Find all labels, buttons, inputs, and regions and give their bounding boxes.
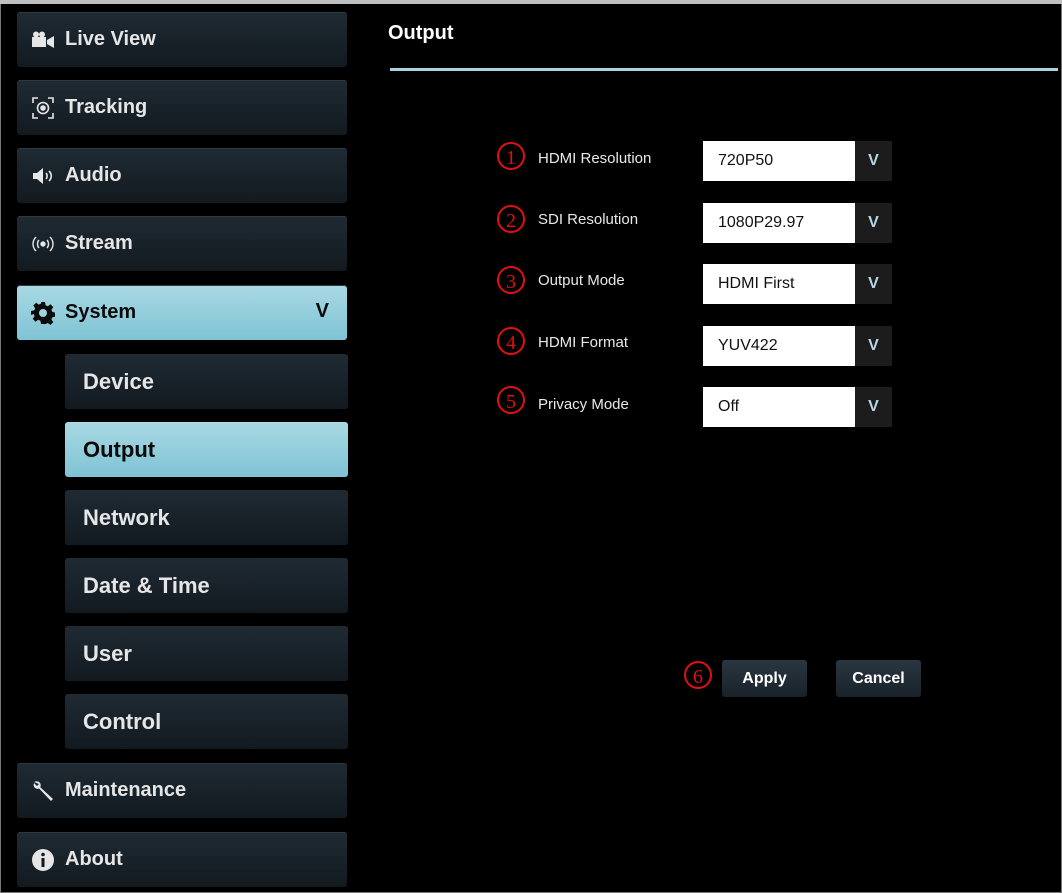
callout-marker: 6 bbox=[684, 661, 712, 689]
sidebar: Live View Tracking Audio Stream System V… bbox=[0, 0, 360, 893]
sidebar-subitem-network[interactable]: Network bbox=[65, 490, 348, 545]
hdmi-resolution-select[interactable]: 720P50 V bbox=[703, 141, 892, 181]
sidebar-item-about[interactable]: About bbox=[17, 832, 347, 887]
wrench-icon bbox=[31, 779, 55, 803]
apply-button[interactable]: Apply bbox=[722, 660, 807, 697]
video-camera-icon bbox=[31, 28, 55, 52]
cancel-button[interactable]: Cancel bbox=[836, 660, 921, 697]
callout-marker: 5 bbox=[497, 386, 525, 414]
chevron-down-icon[interactable]: V bbox=[855, 203, 892, 243]
sdi-resolution-select[interactable]: 1080P29.97 V bbox=[703, 203, 892, 243]
callout-marker: 1 bbox=[497, 142, 525, 170]
sidebar-item-label: Live View bbox=[65, 28, 156, 50]
sidebar-item-tracking[interactable]: Tracking bbox=[17, 80, 347, 135]
chevron-down-icon[interactable]: V bbox=[855, 387, 892, 427]
select-value: Off bbox=[718, 398, 740, 415]
sidebar-item-label: Stream bbox=[65, 232, 133, 254]
sidebar-item-audio[interactable]: Audio bbox=[17, 148, 347, 203]
select-value: 720P50 bbox=[718, 152, 774, 169]
sidebar-item-label: System bbox=[65, 301, 137, 323]
chevron-down-icon[interactable]: V bbox=[855, 141, 892, 181]
sidebar-subitem-output[interactable]: Output bbox=[65, 422, 348, 477]
callout-marker: 3 bbox=[497, 266, 525, 294]
select-value: YUV422 bbox=[718, 337, 778, 354]
privacy-mode-label: Privacy Mode bbox=[538, 396, 629, 413]
sidebar-item-label: Maintenance bbox=[65, 779, 187, 801]
sidebar-item-label: Audio bbox=[65, 164, 122, 186]
hdmi-resolution-label: HDMI Resolution bbox=[538, 150, 652, 167]
sidebar-item-maintenance[interactable]: Maintenance bbox=[17, 763, 347, 818]
select-value: 1080P29.97 bbox=[718, 214, 805, 231]
sdi-resolution-label: SDI Resolution bbox=[538, 211, 639, 228]
output-mode-select[interactable]: HDMI First V bbox=[703, 264, 892, 304]
sidebar-subitem-user[interactable]: User bbox=[65, 626, 348, 681]
hdmi-format-label: HDMI Format bbox=[538, 334, 628, 351]
page-title: Output bbox=[388, 22, 454, 44]
tracking-target-icon bbox=[31, 96, 55, 120]
gear-icon bbox=[31, 301, 55, 325]
speaker-icon bbox=[31, 164, 55, 188]
callout-marker: 4 bbox=[497, 327, 525, 355]
chevron-down-icon[interactable]: V bbox=[855, 264, 892, 304]
sidebar-item-label: About bbox=[65, 848, 123, 870]
sidebar-subitem-control[interactable]: Control bbox=[65, 694, 348, 749]
sidebar-item-stream[interactable]: Stream bbox=[17, 216, 347, 271]
output-mode-label: Output Mode bbox=[538, 272, 625, 289]
sidebar-item-system[interactable]: System V bbox=[17, 285, 347, 340]
callout-marker: 2 bbox=[497, 205, 525, 233]
privacy-mode-select[interactable]: Off V bbox=[703, 387, 892, 427]
sidebar-item-live-view[interactable]: Live View bbox=[17, 12, 347, 67]
sidebar-subitem-date-time[interactable]: Date & Time bbox=[65, 558, 348, 613]
hdmi-format-select[interactable]: YUV422 V bbox=[703, 326, 892, 366]
select-value: HDMI First bbox=[718, 275, 795, 292]
broadcast-icon bbox=[31, 232, 55, 256]
sidebar-item-label: Tracking bbox=[65, 96, 148, 118]
chevron-down-icon[interactable]: V bbox=[855, 326, 892, 366]
sidebar-subitem-device[interactable]: Device bbox=[65, 354, 348, 409]
title-divider bbox=[390, 68, 1058, 71]
chevron-down-icon: V bbox=[315, 300, 329, 322]
info-icon bbox=[31, 848, 55, 872]
